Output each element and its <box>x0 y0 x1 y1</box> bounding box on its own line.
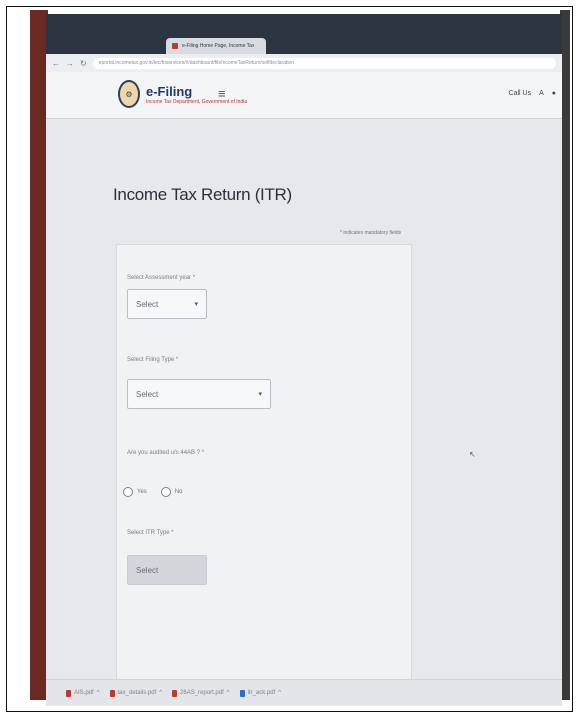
download-item[interactable]: AIS.pdf ^ <box>66 689 100 697</box>
brand-subtitle: Income Tax Department, Government of Ind… <box>146 98 248 105</box>
itr-form-card: Select Assessment year * Select ▾ Select… <box>116 244 412 686</box>
filing-type-label: Select Filing Type * <box>127 357 179 363</box>
screen: e-Filing Home Page, Income Tax ← → ↻ epo… <box>46 14 562 706</box>
audit-no-radio[interactable]: No <box>160 487 183 497</box>
itr-type-select[interactable]: Select <box>127 555 207 585</box>
url-field[interactable]: eportal.incometax.gov.in/iec/foservices/… <box>92 57 556 69</box>
brand-name: e-Filing <box>146 83 193 99</box>
text-size-icon[interactable]: A <box>539 90 544 97</box>
assessment-year-value: Select <box>136 299 159 309</box>
forward-icon[interactable]: → <box>66 59 74 68</box>
pdf-icon <box>66 689 71 697</box>
tab-title: e-Filing Home Page, Income Tax <box>182 43 255 49</box>
download-filename: tax_details.pdf <box>117 690 157 696</box>
hamburger-icon[interactable]: ≡ <box>218 86 226 101</box>
chevron-down-icon: ▾ <box>194 301 198 308</box>
emblem-icon: ⚙ <box>118 80 140 108</box>
download-filename: itr_ack.pdf <box>247 690 276 696</box>
site-header: ⚙ e-Filing Income Tax Department, Govern… <box>46 72 562 119</box>
audit-yes-radio[interactable]: Yes <box>123 487 147 497</box>
header-actions: Call Us A ● <box>509 90 556 97</box>
download-item[interactable]: itr_ack.pdf ^ <box>239 689 281 697</box>
download-filename: 26AS_report.pdf <box>180 690 224 696</box>
radio-circle-icon <box>123 487 133 497</box>
back-icon[interactable]: ← <box>52 59 60 68</box>
audit-radio-group: Yes No <box>123 487 182 497</box>
mouse-cursor-icon: ↖ <box>469 450 476 459</box>
download-item[interactable]: 26AS_report.pdf ^ <box>172 689 230 697</box>
chevron-up-icon[interactable]: ^ <box>97 690 100 696</box>
chevron-up-icon[interactable]: ^ <box>159 690 162 696</box>
page-body: Income Tax Return (ITR) * indicates mand… <box>46 119 562 686</box>
address-bar: ← → ↻ eportal.incometax.gov.in/iec/foser… <box>46 54 562 72</box>
filing-type-select[interactable]: Select ▾ <box>127 379 271 409</box>
chevron-down-icon: ▾ <box>258 391 262 398</box>
efiling-logo[interactable]: ⚙ e-Filing Income Tax Department, Govern… <box>118 80 247 108</box>
radio-circle-icon <box>160 487 171 497</box>
pdf-icon <box>109 689 115 697</box>
download-bar: AIS.pdf ^ tax_details.pdf ^ 26AS_report.… <box>46 679 562 706</box>
reload-icon[interactable]: ↻ <box>80 59 87 68</box>
pdf-icon <box>172 689 178 697</box>
assessment-year-label: Select Assessment year * <box>127 275 196 281</box>
filing-type-value: Select <box>136 389 159 399</box>
file-icon <box>239 689 245 697</box>
browser-tab[interactable]: e-Filing Home Page, Income Tax <box>166 38 266 54</box>
mandatory-note: * indicates mandatory fields <box>340 230 402 236</box>
browser-tab-bar: e-Filing Home Page, Income Tax <box>46 14 562 54</box>
language-icon[interactable]: ● <box>552 90 556 97</box>
assessment-year-select[interactable]: Select ▾ <box>127 289 207 319</box>
chevron-up-icon[interactable]: ^ <box>227 690 230 696</box>
audit-yes-label: Yes <box>137 489 147 495</box>
itr-type-label: Select ITR Type * <box>127 530 174 536</box>
chevron-up-icon[interactable]: ^ <box>278 690 281 696</box>
call-us-link[interactable]: Call Us <box>509 90 532 97</box>
audit-no-label: No <box>174 489 183 495</box>
download-filename: AIS.pdf <box>74 690 94 696</box>
audit-question-label: Are you audited u/s 44AB ? * <box>127 450 205 456</box>
page-title: Income Tax Return (ITR) <box>113 185 292 204</box>
download-item[interactable]: tax_details.pdf ^ <box>109 689 162 697</box>
itr-type-value: Select <box>136 565 159 575</box>
favicon-icon <box>172 43 178 49</box>
